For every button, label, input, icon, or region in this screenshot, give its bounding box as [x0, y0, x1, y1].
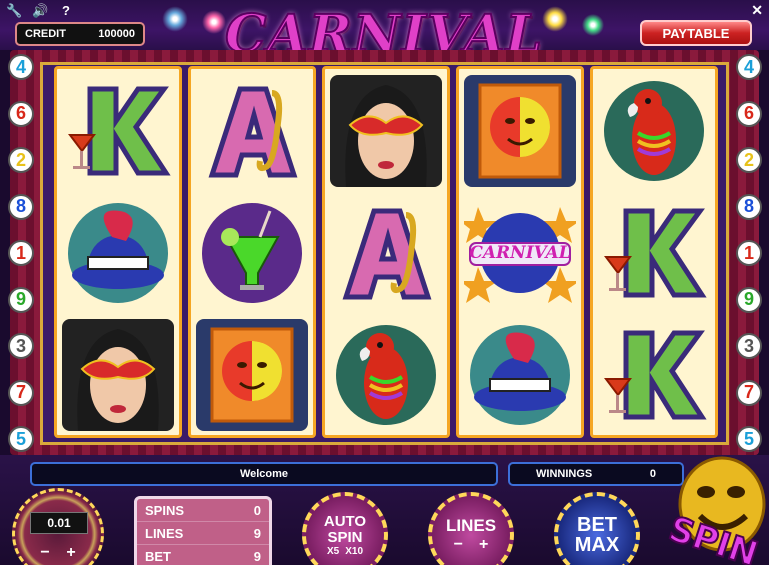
stats-row-lines: LINES 9 [137, 522, 269, 545]
symbol-banner [464, 75, 576, 187]
payline-marker-9[interactable]: 9 [736, 286, 762, 313]
symbol-mask-woman [62, 319, 174, 431]
payline-marker-1[interactable]: 1 [8, 240, 34, 266]
payline-marker-3[interactable]: 3 [736, 333, 762, 359]
stats-row-bet: BET 9 [137, 545, 269, 565]
badge-text: CARNIVAL [469, 243, 571, 263]
reel-2 [188, 66, 316, 438]
close-icon[interactable]: ✕ [751, 2, 763, 19]
payline-marker-5[interactable]: 5 [736, 426, 762, 452]
bet-stats-panel: SPINS 0 LINES 9 BET 9 [134, 496, 272, 565]
coin-minus-button[interactable]: − [36, 544, 54, 562]
credit-value: 100000 [98, 28, 135, 40]
help-icon[interactable]: ? [58, 3, 74, 19]
message-bar: Welcome [30, 462, 498, 486]
payline-marker-4[interactable]: 4 [8, 54, 34, 80]
symbol-K [598, 197, 710, 309]
autospin-x10-button[interactable]: X10 [345, 546, 363, 557]
stats-label: LINES [145, 525, 184, 541]
lines-minus-button[interactable]: − [454, 536, 463, 554]
symbol-A [330, 197, 442, 309]
stats-label: SPINS [145, 502, 185, 518]
stats-row-spins: SPINS 0 [137, 499, 269, 522]
symbol-carnival-badge: CARNIVAL [464, 197, 576, 309]
firework-decoration [200, 8, 228, 36]
payline-marker-8[interactable]: 8 [8, 193, 34, 220]
settings-icon[interactable]: 🔧 [6, 3, 22, 19]
paytable-button[interactable]: PAYTABLE [640, 20, 752, 46]
autospin-label-2: SPIN [327, 528, 363, 546]
symbol-cocktail [196, 197, 308, 309]
betmax-label-1: BET [577, 514, 617, 536]
symbol-hat [464, 319, 576, 431]
reel-4: CARNIVAL [456, 66, 584, 438]
payline-marker-3[interactable]: 3 [8, 333, 34, 359]
lines-label: LINES [445, 516, 497, 535]
winnings-value: 0 [649, 468, 656, 480]
reel-3 [322, 66, 450, 438]
payline-marker-2[interactable]: 2 [8, 147, 34, 173]
symbol-banner [196, 319, 308, 431]
payline-marker-1[interactable]: 1 [736, 240, 762, 266]
symbol-hat [62, 197, 174, 309]
firework-decoration [160, 4, 190, 34]
payline-marker-8[interactable]: 8 [736, 193, 762, 220]
payline-marker-9[interactable]: 9 [8, 286, 34, 313]
payline-marker-6[interactable]: 6 [736, 100, 762, 127]
payline-marker-7[interactable]: 7 [8, 379, 34, 406]
credit-display: CREDIT 100000 [15, 22, 145, 46]
payline-marker-2[interactable]: 2 [736, 147, 762, 173]
symbol-K [598, 319, 710, 431]
autospin-x5-button[interactable]: X5 [327, 546, 339, 557]
payline-marker-7[interactable]: 7 [736, 379, 762, 406]
spin-button[interactable]: SPIN [663, 452, 769, 565]
firework-decoration [540, 4, 570, 34]
winnings-label: WINNINGS [536, 468, 593, 480]
coin-value: 0.01 [30, 512, 88, 534]
payline-marker-4[interactable]: 4 [736, 54, 762, 80]
stats-value: 9 [253, 525, 261, 541]
stats-value: 0 [253, 502, 261, 518]
payline-marker-5[interactable]: 5 [8, 426, 34, 452]
lines-plus-button[interactable]: + [479, 536, 488, 554]
coin-plus-button[interactable]: + [62, 544, 80, 562]
sound-icon[interactable]: 🔊 [32, 3, 48, 19]
symbol-A [196, 75, 308, 187]
symbol-mask-woman [330, 75, 442, 187]
symbol-K [62, 75, 174, 187]
payline-marker-6[interactable]: 6 [8, 100, 34, 127]
autospin-label-1: AUTO [323, 512, 367, 530]
firework-decoration [580, 12, 606, 38]
stats-value: 9 [253, 548, 261, 564]
symbol-parrot [598, 75, 710, 187]
reel-5 [590, 66, 718, 438]
winnings-display: WINNINGS 0 [508, 462, 684, 486]
stats-label: BET [145, 548, 171, 564]
reel-1 [54, 66, 182, 438]
betmax-label-2: MAX [574, 534, 620, 556]
symbol-parrot [330, 319, 442, 431]
credit-label: CREDIT [25, 28, 66, 40]
